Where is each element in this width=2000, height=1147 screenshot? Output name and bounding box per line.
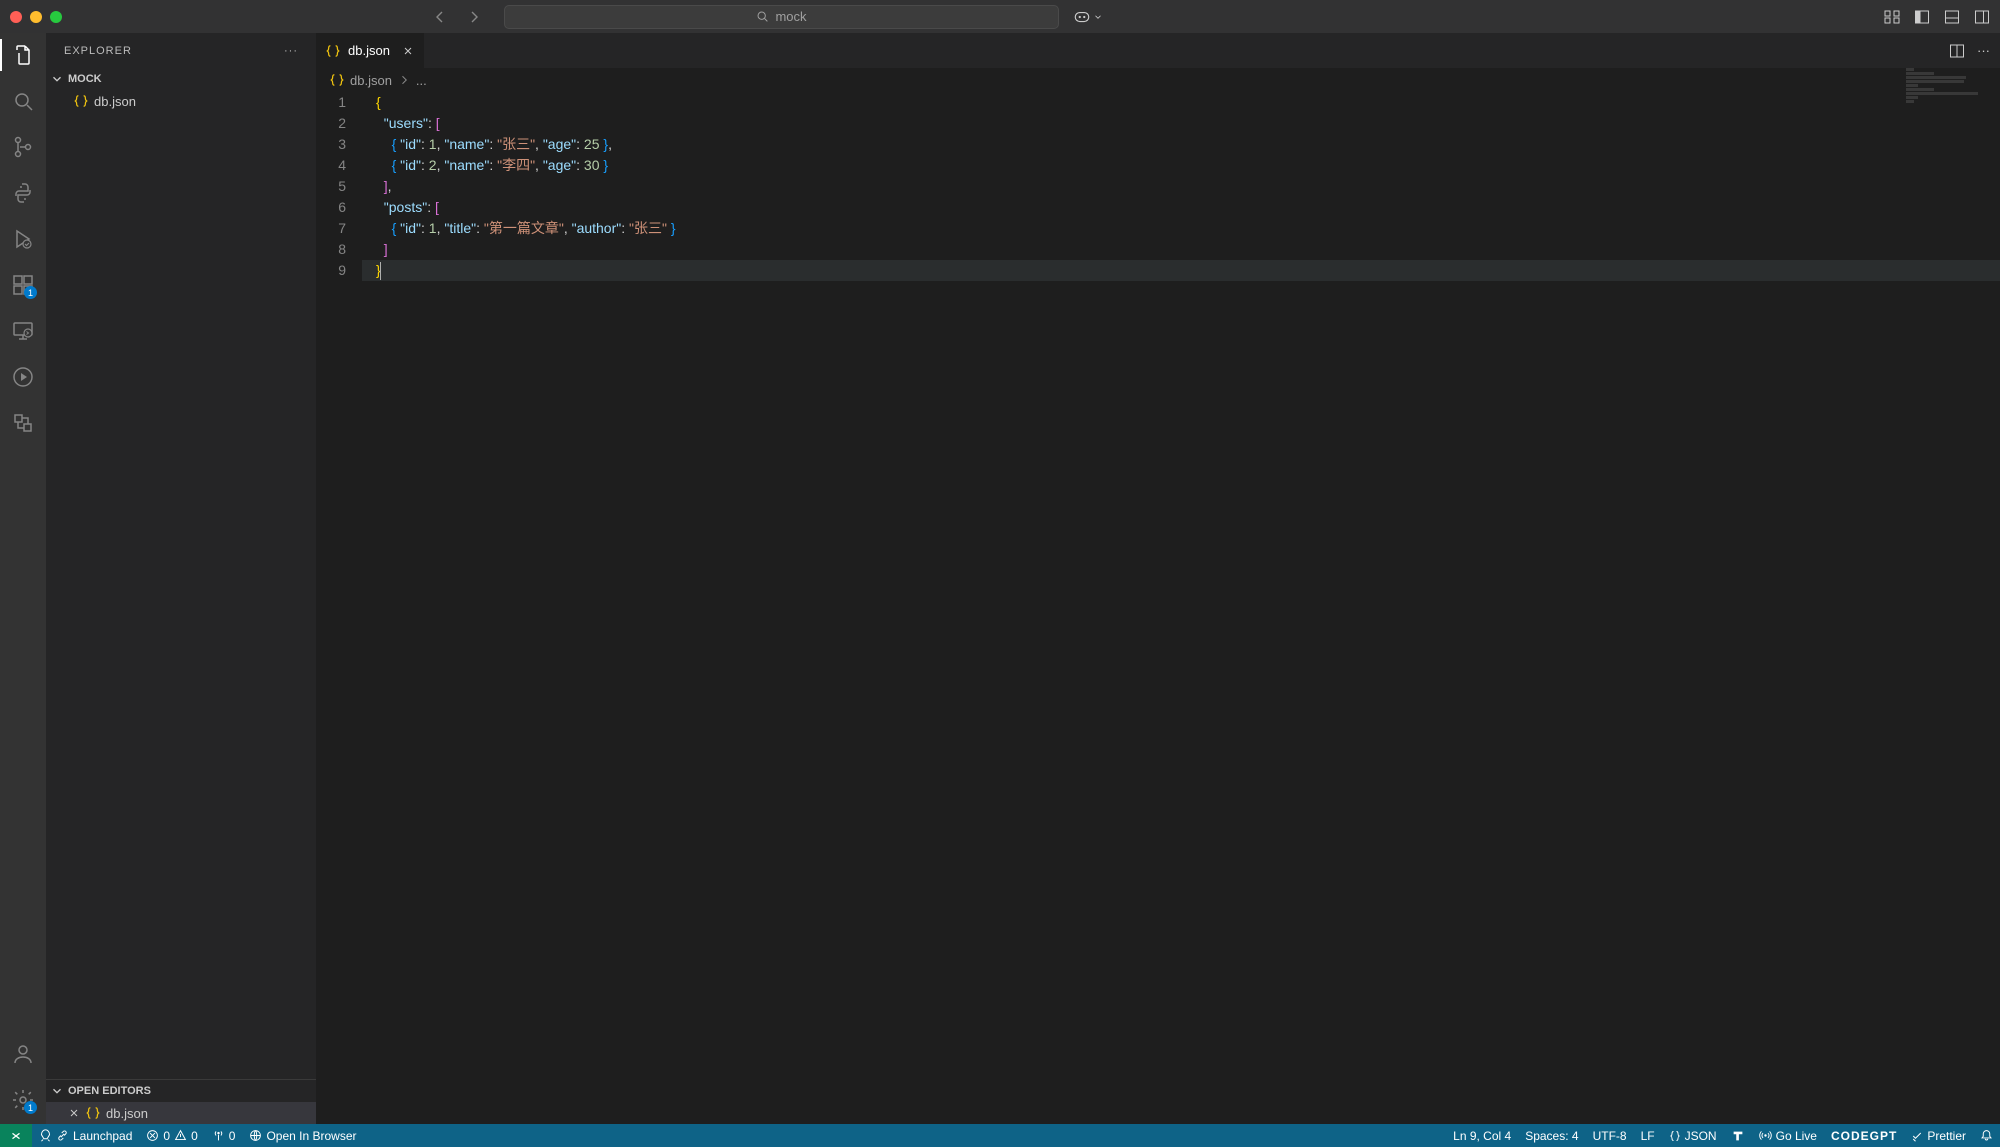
- open-editor-item[interactable]: db.json: [46, 1102, 316, 1124]
- explorer-tab[interactable]: [11, 43, 35, 67]
- problems-button[interactable]: 0 0: [139, 1124, 204, 1147]
- nav-back-icon[interactable]: [432, 9, 448, 25]
- python-tab[interactable]: [11, 181, 35, 205]
- explorer-title: EXPLORER: [64, 45, 132, 57]
- explorer-sidebar: EXPLORER ··· MOCK db.json OPEN EDITORS d…: [46, 33, 316, 1124]
- remote-explorer-tab[interactable]: [11, 319, 35, 343]
- tab-db-json[interactable]: db.json: [316, 33, 425, 68]
- open-editors-toggle[interactable]: OPEN EDITORS: [46, 1080, 316, 1102]
- globe-icon: [249, 1129, 262, 1142]
- tabs-row: db.json ···: [316, 33, 2000, 68]
- json-file-icon: [326, 44, 340, 58]
- rocket-icon: [39, 1129, 52, 1142]
- run-debug-tab[interactable]: [11, 227, 35, 251]
- titlebar: mock: [0, 0, 2000, 33]
- accounts-button[interactable]: [11, 1042, 35, 1066]
- command-center-search[interactable]: mock: [504, 5, 1059, 29]
- explorer-header: EXPLORER ···: [46, 33, 316, 68]
- extensions-tab[interactable]: 1: [11, 273, 35, 297]
- cursor-position[interactable]: Ln 9, Col 4: [1446, 1129, 1518, 1143]
- warning-icon: [174, 1129, 187, 1142]
- language-mode-button[interactable]: JSON: [1662, 1129, 1724, 1143]
- breadcrumb-rest: ...: [416, 73, 427, 88]
- close-window-button[interactable]: [10, 11, 22, 23]
- check-icon: [1911, 1130, 1923, 1142]
- toggle-secondary-sidebar-icon[interactable]: [1974, 9, 1990, 25]
- codegpt-button[interactable]: CODEGPT: [1824, 1129, 1904, 1143]
- breadcrumb[interactable]: db.json ...: [316, 68, 2000, 92]
- maximize-window-button[interactable]: [50, 11, 62, 23]
- remote-button[interactable]: [0, 1124, 32, 1147]
- status-bar: Launchpad 0 0 0 Open In Browser Ln 9, Co…: [0, 1124, 2000, 1147]
- more-icon[interactable]: ···: [284, 45, 298, 57]
- tabnine-button[interactable]: [1724, 1129, 1752, 1143]
- open-in-browser-button[interactable]: Open In Browser: [242, 1124, 363, 1147]
- encoding-button[interactable]: UTF-8: [1586, 1129, 1634, 1143]
- search-tab[interactable]: [11, 89, 35, 113]
- editor-actions: ···: [1949, 33, 2000, 68]
- editor-area: db.json ··· db.json ... 123456789 { "use…: [316, 33, 2000, 1124]
- link-icon: [56, 1129, 69, 1142]
- ports-button[interactable]: 0: [205, 1124, 243, 1147]
- open-editors-title: OPEN EDITORS: [68, 1085, 151, 1097]
- chevron-down-icon: [1093, 12, 1103, 22]
- close-icon[interactable]: [68, 1107, 80, 1119]
- eol-button[interactable]: LF: [1634, 1129, 1662, 1143]
- folder-toggle[interactable]: MOCK: [46, 68, 316, 90]
- json-file-icon: [330, 73, 344, 87]
- minimize-window-button[interactable]: [30, 11, 42, 23]
- launchpad-button[interactable]: Launchpad: [32, 1124, 139, 1147]
- breadcrumb-file: db.json: [350, 73, 392, 88]
- nav-forward-icon[interactable]: [466, 9, 482, 25]
- prettier-button[interactable]: Prettier: [1904, 1129, 1973, 1143]
- indentation-button[interactable]: Spaces: 4: [1518, 1129, 1585, 1143]
- code-content[interactable]: { "users": [ { "id": 1, "name": "张三", "a…: [362, 92, 2000, 1124]
- open-editors-section: OPEN EDITORS db.json: [46, 1079, 316, 1124]
- toggle-primary-sidebar-icon[interactable]: [1914, 9, 1930, 25]
- chevron-down-icon: [50, 1084, 64, 1098]
- open-editor-filename: db.json: [106, 1106, 148, 1121]
- json-file-icon: [86, 1106, 100, 1120]
- notifications-button[interactable]: [1973, 1129, 2000, 1142]
- tab-label: db.json: [348, 43, 390, 58]
- line-number-gutter: 123456789: [316, 92, 362, 1124]
- copilot-button[interactable]: [1073, 8, 1103, 26]
- file-item[interactable]: db.json: [46, 90, 316, 112]
- folder-name: MOCK: [68, 73, 102, 85]
- bell-icon: [1980, 1129, 1993, 1142]
- titlebar-layout-controls: [1884, 9, 1990, 25]
- error-icon: [146, 1129, 159, 1142]
- live-server-tab[interactable]: [11, 365, 35, 389]
- code-editor[interactable]: 123456789 { "users": [ { "id": 1, "name"…: [316, 92, 2000, 1124]
- file-name: db.json: [94, 94, 136, 109]
- activity-bar: 1 1: [0, 33, 46, 1124]
- close-icon[interactable]: [402, 45, 414, 57]
- tabnine-icon: [1731, 1129, 1745, 1143]
- chevron-down-icon: [50, 72, 64, 86]
- more-icon[interactable]: ···: [1977, 43, 1990, 58]
- search-icon: [756, 10, 769, 23]
- text-cursor: [380, 262, 381, 280]
- chevron-right-icon: [398, 74, 410, 86]
- folder-section: MOCK db.json: [46, 68, 316, 112]
- broadcast-icon: [1759, 1129, 1772, 1142]
- settings-badge: 1: [24, 1101, 37, 1114]
- go-live-button[interactable]: Go Live: [1752, 1129, 1824, 1143]
- source-control-tab[interactable]: [11, 135, 35, 159]
- json-file-icon: [74, 94, 88, 108]
- codegpt-tab[interactable]: [11, 411, 35, 435]
- customize-layout-icon[interactable]: [1884, 9, 1900, 25]
- extension-badge: 1: [24, 286, 37, 299]
- braces-icon: [1669, 1130, 1681, 1142]
- window-controls: [10, 11, 62, 23]
- nav-arrows: [432, 9, 482, 25]
- search-text: mock: [775, 9, 806, 24]
- toggle-panel-icon[interactable]: [1944, 9, 1960, 25]
- antenna-icon: [212, 1129, 225, 1142]
- settings-button[interactable]: 1: [11, 1088, 35, 1112]
- minimap[interactable]: [1906, 68, 1986, 108]
- split-editor-icon[interactable]: [1949, 43, 1965, 59]
